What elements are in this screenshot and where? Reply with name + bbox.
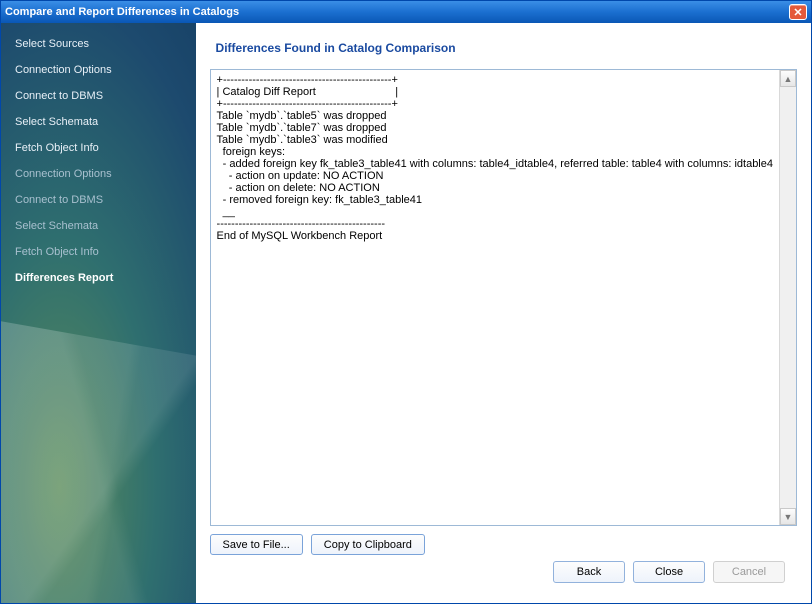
cancel-button: Cancel — [713, 561, 785, 583]
button-label: Copy to Clipboard — [324, 539, 412, 551]
report-output-box: +---------------------------------------… — [210, 69, 797, 526]
back-button[interactable]: Back — [553, 561, 625, 583]
report-toolbar: Save to File... Copy to Clipboard — [210, 534, 797, 555]
dialog-footer: Back Close Cancel — [210, 555, 797, 593]
window-title: Compare and Report Differences in Catalo… — [5, 6, 239, 18]
vertical-scrollbar[interactable]: ▲ ▼ — [779, 70, 796, 525]
sidebar-item-label: Connect to DBMS — [15, 90, 103, 102]
copy-to-clipboard-button[interactable]: Copy to Clipboard — [311, 534, 425, 555]
sidebar-item-connect-dbms-2[interactable]: Connect to DBMS — [1, 187, 196, 213]
button-label: Back — [577, 566, 601, 578]
button-label: Cancel — [732, 566, 766, 578]
dialog-body: Select Sources Connection Options Connec… — [1, 23, 811, 603]
sidebar-item-label: Differences Report — [15, 272, 113, 284]
dialog-window: Compare and Report Differences in Catalo… — [0, 0, 812, 604]
sidebar-item-label: Connection Options — [15, 168, 112, 180]
report-text[interactable]: +---------------------------------------… — [211, 70, 779, 525]
sidebar-item-connect-dbms[interactable]: Connect to DBMS — [1, 83, 196, 109]
sidebar-item-differences-report[interactable]: Differences Report — [1, 265, 196, 291]
sidebar-item-label: Fetch Object Info — [15, 142, 99, 154]
page-title: Differences Found in Catalog Comparison — [216, 41, 797, 55]
wizard-sidebar: Select Sources Connection Options Connec… — [1, 23, 196, 603]
close-icon: ✕ — [793, 6, 802, 19]
sidebar-item-select-sources[interactable]: Select Sources — [1, 31, 196, 57]
titlebar[interactable]: Compare and Report Differences in Catalo… — [1, 1, 811, 23]
sidebar-item-label: Connect to DBMS — [15, 194, 103, 206]
scroll-down-button[interactable]: ▼ — [780, 508, 796, 525]
sidebar-item-fetch-object-info-2[interactable]: Fetch Object Info — [1, 239, 196, 265]
sidebar-item-connection-options-2[interactable]: Connection Options — [1, 161, 196, 187]
main-panel: Differences Found in Catalog Comparison … — [196, 23, 811, 603]
window-close-button[interactable]: ✕ — [789, 4, 807, 20]
scroll-up-button[interactable]: ▲ — [780, 70, 796, 87]
sidebar-item-connection-options[interactable]: Connection Options — [1, 57, 196, 83]
save-to-file-button[interactable]: Save to File... — [210, 534, 303, 555]
close-button[interactable]: Close — [633, 561, 705, 583]
scroll-track[interactable] — [780, 87, 796, 508]
sidebar-item-label: Select Sources — [15, 38, 89, 50]
sidebar-item-label: Connection Options — [15, 64, 112, 76]
chevron-down-icon: ▼ — [784, 512, 793, 522]
sidebar-item-fetch-object-info[interactable]: Fetch Object Info — [1, 135, 196, 161]
sidebar-item-label: Select Schemata — [15, 220, 98, 232]
sidebar-item-select-schemata[interactable]: Select Schemata — [1, 109, 196, 135]
button-label: Close — [655, 566, 683, 578]
button-label: Save to File... — [223, 539, 290, 551]
sidebar-item-label: Select Schemata — [15, 116, 98, 128]
sidebar-item-select-schemata-2[interactable]: Select Schemata — [1, 213, 196, 239]
sidebar-item-label: Fetch Object Info — [15, 246, 99, 258]
chevron-up-icon: ▲ — [784, 74, 793, 84]
